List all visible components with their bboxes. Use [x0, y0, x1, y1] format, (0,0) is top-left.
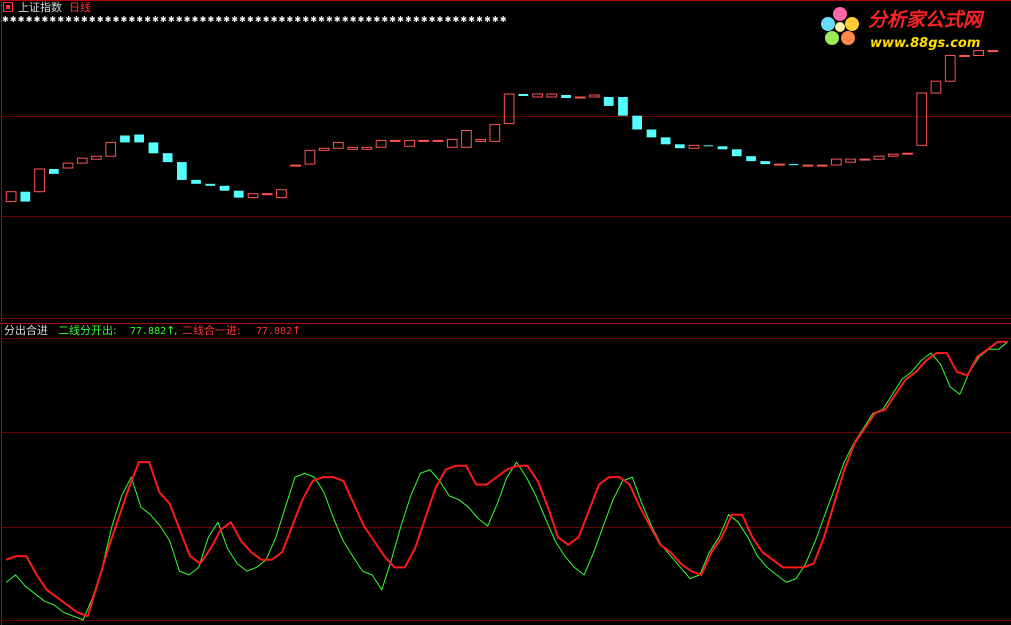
candle: [177, 162, 187, 180]
candle: [646, 129, 657, 138]
candle: [290, 164, 301, 167]
candle: [518, 94, 529, 96]
star-row: ✱✱✱✱✱✱✱✱✱✱✱✱✱✱✱✱✱✱✱✱✱✱✱✱✱✱✱✱✱✱✱✱✱✱✱✱✱✱✱✱…: [2, 15, 508, 24]
legend-close-value: 77.882: [256, 326, 292, 337]
candle: [746, 156, 756, 162]
candle: [162, 153, 173, 163]
legend-separator: ,: [174, 324, 178, 337]
legend-close-arrow: ↑: [292, 324, 301, 337]
candle: [859, 158, 871, 161]
chart-root: 上证指数 日线 ✱✱✱✱✱✱✱✱✱✱✱✱✱✱✱✱✱✱✱✱✱✱✱✱✱✱✱✱✱✱✱✱…: [0, 0, 1011, 625]
candle: [632, 115, 642, 130]
candle: [760, 161, 771, 165]
candle: [134, 134, 144, 143]
logo-url: www.88gs.com: [870, 36, 980, 51]
logo-name: 分析家公式网: [868, 9, 985, 31]
top-panel-title: 上证指数: [18, 0, 62, 14]
candle: [788, 164, 799, 166]
candle: [561, 95, 571, 98]
candle: [902, 152, 913, 155]
candle: [987, 50, 999, 53]
candle: [816, 164, 828, 167]
candle: [205, 183, 216, 186]
legend-close-label: 二线合一进:: [182, 323, 241, 337]
candle: [703, 145, 714, 147]
candle: [774, 163, 785, 166]
candle: [233, 190, 244, 198]
candle: [49, 169, 59, 174]
candle: [675, 144, 685, 149]
candle: [219, 185, 230, 191]
candle: [731, 149, 742, 157]
candle: [717, 146, 728, 150]
candle: [603, 97, 614, 106]
candle: [618, 97, 628, 116]
top-panel-period[interactable]: 日线: [69, 0, 91, 14]
candle: [261, 193, 273, 196]
legend-open-value: 77.882: [130, 326, 166, 337]
candle: [148, 142, 159, 154]
candle: [120, 135, 130, 143]
candle: [389, 139, 401, 142]
candle: [959, 55, 970, 57]
candle: [574, 96, 586, 99]
candle: [418, 139, 430, 142]
candle: [802, 164, 814, 167]
candle: [191, 179, 201, 184]
legend-open-label: 二线分开出:: [58, 323, 117, 337]
bottom-panel-title: 分出合进: [4, 323, 48, 337]
candle: [660, 137, 671, 145]
candle: [432, 139, 444, 142]
candle: [20, 191, 31, 202]
